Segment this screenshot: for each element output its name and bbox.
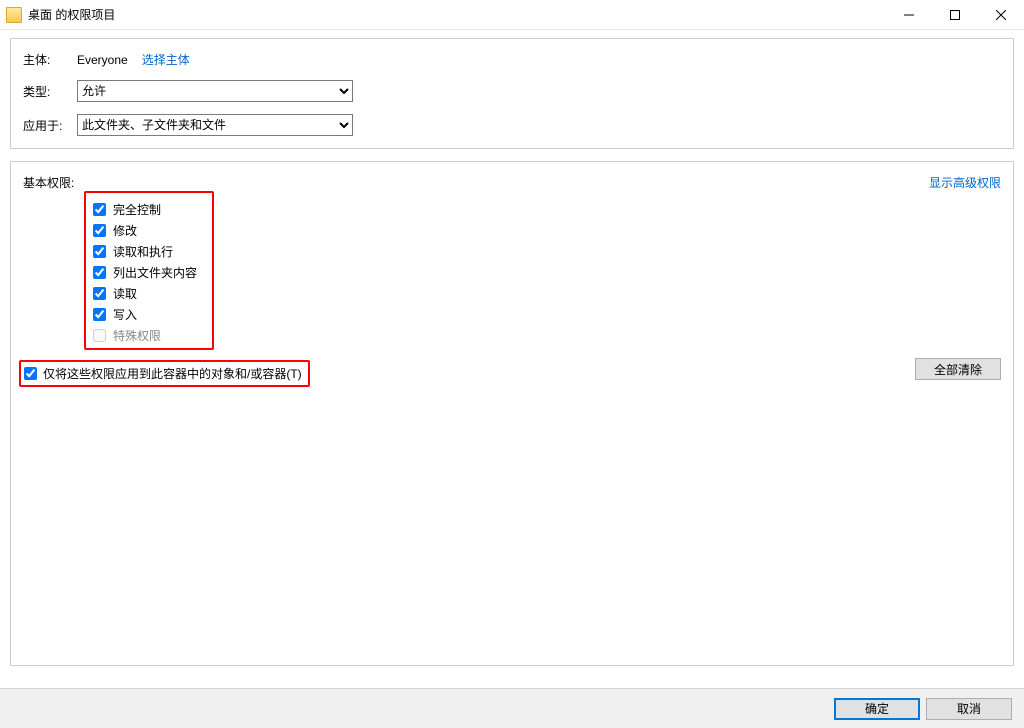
permission-item: 列出文件夹内容 <box>93 262 1001 283</box>
principal-label: 主体: <box>23 51 77 68</box>
dialog-footer: 确定 取消 <box>0 688 1024 728</box>
permission-item: 特殊权限 <box>93 325 1001 346</box>
window-title: 桌面 的权限项目 <box>28 6 115 23</box>
permissions-list: 完全控制修改读取和执行列出文件夹内容读取写入特殊权限 <box>93 199 1001 346</box>
maximize-button[interactable] <box>932 0 978 30</box>
highlight-box-apply-only: 仅将这些权限应用到此容器中的对象和/或容器(T) <box>19 360 310 387</box>
folder-icon <box>6 7 22 23</box>
permissions-panel: 基本权限: 显示高级权限 完全控制修改读取和执行列出文件夹内容读取写入特殊权限 … <box>10 161 1014 666</box>
type-select[interactable]: 允许 <box>77 80 353 102</box>
apply-only-checkbox[interactable] <box>24 367 37 380</box>
permission-item: 读取 <box>93 283 1001 304</box>
applyto-select[interactable]: 此文件夹、子文件夹和文件 <box>77 114 353 136</box>
clear-all-button[interactable]: 全部清除 <box>915 358 1001 380</box>
minimize-button[interactable] <box>886 0 932 30</box>
applyto-label: 应用于: <box>23 117 77 134</box>
select-principal-link[interactable]: 选择主体 <box>142 51 190 68</box>
ok-button[interactable]: 确定 <box>834 698 920 720</box>
show-advanced-link[interactable]: 显示高级权限 <box>929 174 1001 191</box>
cancel-button[interactable]: 取消 <box>926 698 1012 720</box>
permission-item: 写入 <box>93 304 1001 325</box>
permission-item: 完全控制 <box>93 199 1001 220</box>
highlight-box-permissions <box>84 191 214 350</box>
apply-only-label: 仅将这些权限应用到此容器中的对象和/或容器(T) <box>43 365 302 382</box>
type-label: 类型: <box>23 83 77 100</box>
title-bar: 桌面 的权限项目 <box>0 0 1024 30</box>
permission-item: 修改 <box>93 220 1001 241</box>
principal-name: Everyone <box>77 53 128 67</box>
principal-panel: 主体: Everyone 选择主体 类型: 允许 应用于: 此文件夹、子文件夹和… <box>10 38 1014 149</box>
permission-item: 读取和执行 <box>93 241 1001 262</box>
basic-permissions-label: 基本权限: <box>23 174 74 191</box>
close-button[interactable] <box>978 0 1024 30</box>
